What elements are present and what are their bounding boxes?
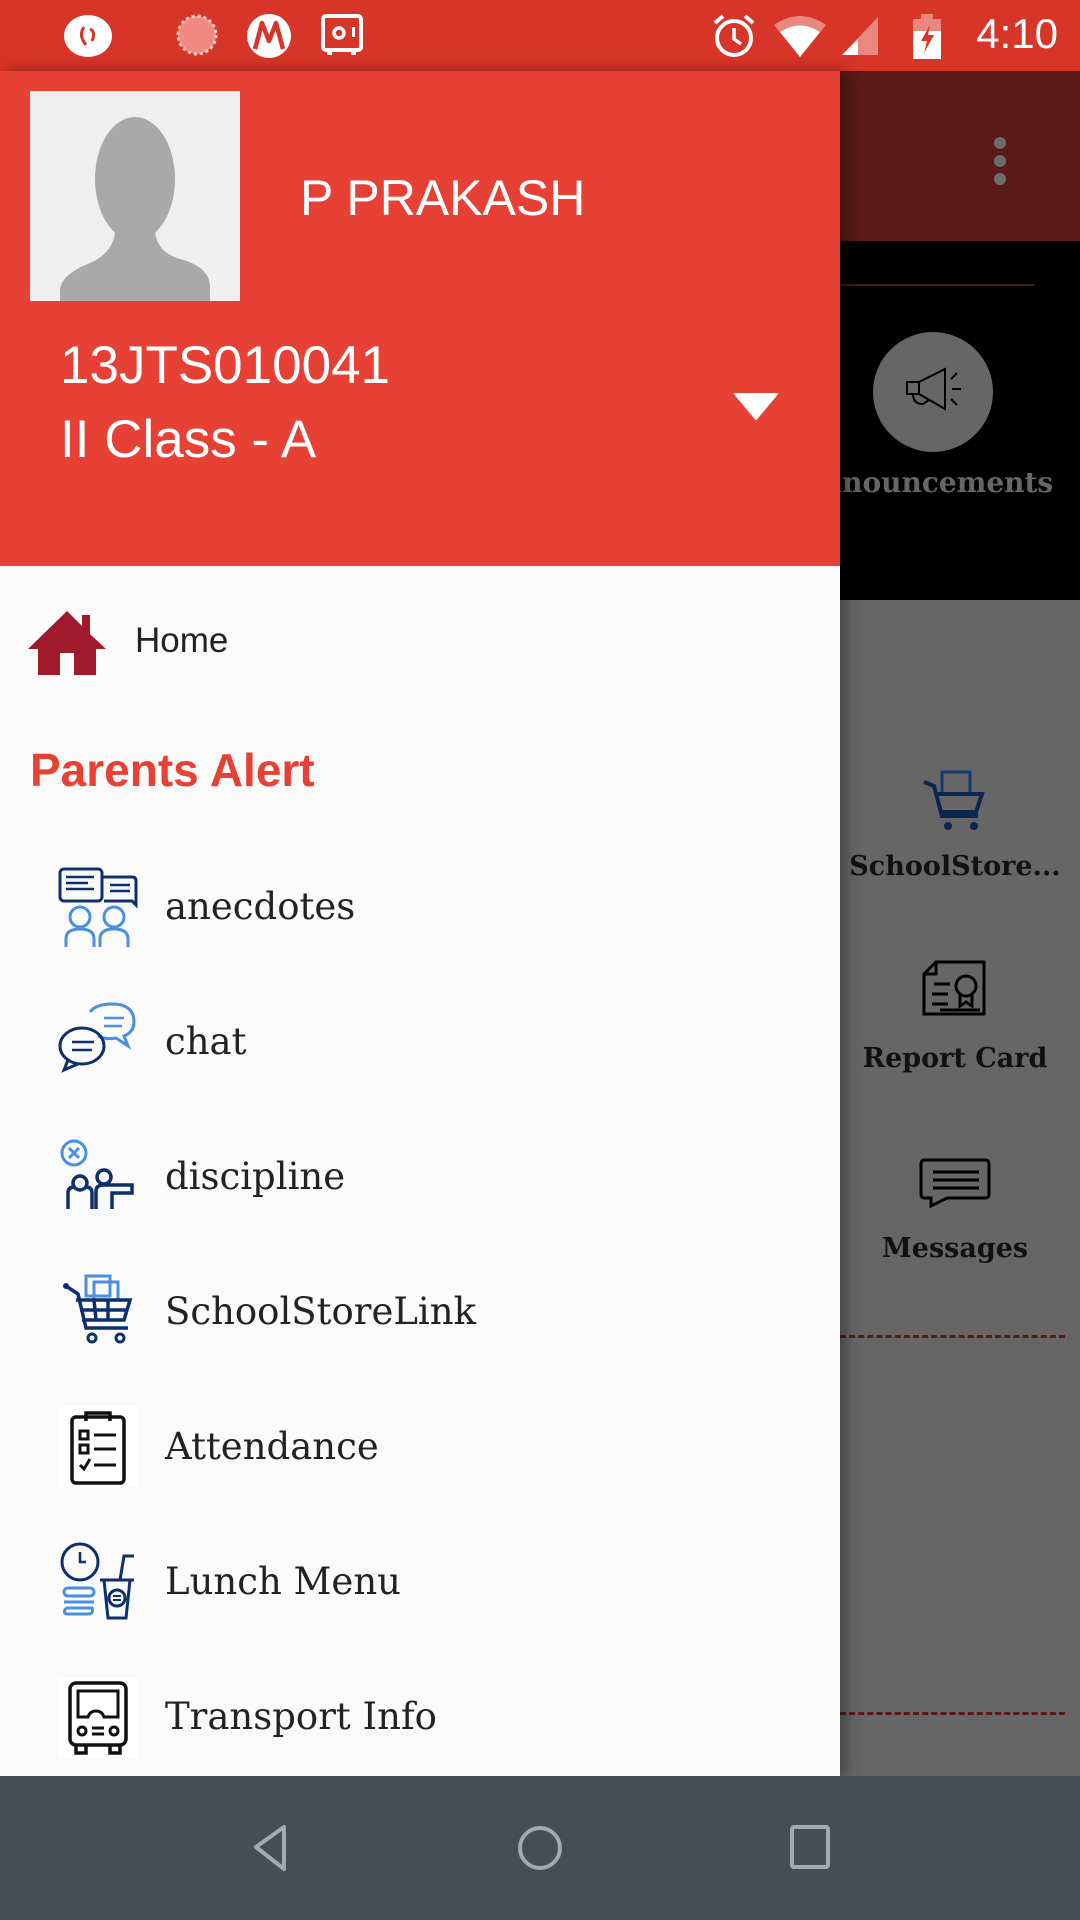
drawer-item-label: discipline	[165, 1155, 346, 1198]
shopping-cart-icon	[63, 1274, 133, 1344]
drawer-item-attendance[interactable]: Attendance	[0, 1387, 840, 1507]
caret-down-icon	[734, 393, 778, 420]
home-nav-button[interactable]	[500, 1812, 580, 1884]
drawer-header: P PRAKASH 13JTS010041 II Class - A	[0, 71, 840, 566]
drawer-item-lunch-menu[interactable]: Lunch Menu	[0, 1522, 840, 1642]
back-button[interactable]	[230, 1812, 310, 1884]
drawer-item-schoolstorelink[interactable]: SchoolStoreLink	[0, 1252, 840, 1372]
megaphone-icon	[906, 367, 961, 411]
home-icon	[28, 609, 106, 680]
drawer-item-home[interactable]: Home	[0, 591, 840, 691]
user-class: II Class - A	[60, 410, 317, 469]
certificate-icon	[922, 960, 986, 1016]
overflow-menu-icon[interactable]	[994, 131, 1010, 191]
tile-report-card[interactable]: Report Card	[830, 960, 1080, 1074]
system-navigation-bar	[0, 1776, 1080, 1920]
drawer-item-label: Transport Info	[165, 1695, 437, 1738]
home-circle-icon	[518, 1826, 562, 1870]
drawer-item-label: Home	[135, 621, 229, 660]
dashed-divider	[840, 1712, 1065, 1715]
tile-school-store[interactable]: SchoolStore...	[830, 770, 1080, 882]
section-title-parents-alert: Parents Alert	[30, 744, 315, 796]
user-name: P PRAKASH	[300, 170, 586, 226]
lunch-menu-icon	[60, 1542, 134, 1620]
chat-icon	[58, 1002, 136, 1073]
shopping-cart-icon	[923, 770, 985, 830]
dashed-divider	[840, 1335, 1065, 1338]
alarm-icon	[712, 13, 756, 64]
tile-label: Report Card	[862, 1043, 1048, 1074]
drawer-item-label: Attendance	[165, 1425, 379, 1468]
battery-charging-icon	[912, 13, 942, 64]
account-dropdown-button[interactable]	[726, 381, 786, 431]
recents-button[interactable]	[770, 1812, 850, 1884]
drawer-item-chat[interactable]: chat	[0, 982, 840, 1102]
clipboard-checklist-icon	[58, 1407, 138, 1487]
safe-icon	[320, 13, 364, 62]
tile-label: Messages	[881, 1233, 1029, 1264]
bus-icon	[58, 1677, 138, 1757]
drawer-item-transport-info[interactable]: Transport Info	[0, 1657, 840, 1777]
signal-icon	[840, 13, 880, 62]
status-bar: 4:10	[0, 0, 1080, 71]
user-id: 13JTS010041	[60, 336, 391, 395]
drawer-item-label: SchoolStoreLink	[165, 1290, 477, 1333]
clock: 4:10	[976, 10, 1058, 57]
motorola-icon	[243, 13, 295, 64]
wifi-icon	[772, 13, 828, 64]
loading-icon	[175, 13, 219, 62]
drawer-item-label: chat	[165, 1020, 247, 1063]
avatar[interactable]	[30, 91, 240, 301]
tile-messages[interactable]: Messages	[830, 1158, 1080, 1264]
drawer-item-label: Lunch Menu	[165, 1560, 401, 1603]
drawer-item-discipline[interactable]: discipline	[0, 1117, 840, 1237]
anecdotes-icon	[58, 867, 138, 947]
message-icon	[919, 1158, 991, 1209]
drawer-item-anecdotes[interactable]: anecdotes	[0, 847, 840, 967]
announcements-button[interactable]	[873, 332, 993, 452]
navigation-drawer: P PRAKASH 13JTS010041 II Class - A Home …	[0, 71, 840, 1776]
app-notification-icon	[62, 13, 114, 64]
recents-icon	[790, 1825, 830, 1869]
drawer-item-label: anecdotes	[165, 885, 356, 928]
back-icon	[254, 1825, 286, 1871]
user-silhouette-icon	[60, 117, 210, 301]
discipline-icon	[60, 1139, 134, 1209]
tile-label: SchoolStore...	[849, 851, 1061, 882]
divider	[840, 284, 1035, 286]
